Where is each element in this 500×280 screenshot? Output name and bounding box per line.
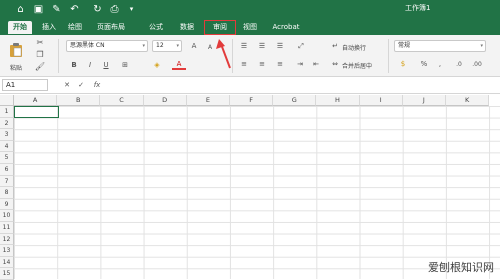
row-header[interactable]: 8: [0, 187, 14, 199]
row-header[interactable]: 10: [0, 210, 14, 222]
row-header[interactable]: 13: [0, 245, 14, 257]
row-header[interactable]: 6: [0, 164, 14, 176]
cancel-icon[interactable]: ✕: [62, 80, 72, 90]
column-header[interactable]: D: [144, 95, 187, 106]
select-all-corner[interactable]: [0, 95, 14, 106]
column-header[interactable]: B: [57, 95, 100, 106]
column-header[interactable]: C: [100, 95, 143, 106]
column-header[interactable]: H: [316, 95, 359, 106]
row-header[interactable]: 12: [0, 234, 14, 246]
column-header[interactable]: A: [14, 95, 57, 106]
row-header[interactable]: 11: [0, 222, 14, 234]
active-cell[interactable]: [14, 106, 59, 118]
name-box[interactable]: A1: [2, 79, 48, 91]
row-header[interactable]: 5: [0, 152, 14, 164]
formula-bar: A1 ✕ ✓ fx: [0, 77, 500, 94]
column-header[interactable]: I: [360, 95, 403, 106]
row-header[interactable]: 7: [0, 176, 14, 188]
enter-icon[interactable]: ✓: [76, 80, 86, 90]
column-header[interactable]: G: [273, 95, 316, 106]
name-box-value: A1: [6, 81, 15, 89]
formula-input[interactable]: [110, 79, 496, 91]
row-header[interactable]: 1: [0, 106, 14, 118]
cell-grid[interactable]: [14, 106, 500, 279]
insert-function-button[interactable]: fx: [90, 80, 104, 90]
watermark: 爱刨根知识网: [428, 259, 494, 275]
row-header[interactable]: 3: [0, 129, 14, 141]
row-header[interactable]: 4: [0, 141, 14, 153]
row-header[interactable]: 14: [0, 257, 14, 269]
column-header[interactable]: E: [187, 95, 230, 106]
column-header[interactable]: J: [403, 95, 446, 106]
row-header[interactable]: 2: [0, 118, 14, 130]
row-header[interactable]: 9: [0, 199, 14, 211]
column-header[interactable]: K: [446, 95, 489, 106]
column-header[interactable]: F: [230, 95, 273, 106]
row-header[interactable]: 15: [0, 268, 14, 280]
